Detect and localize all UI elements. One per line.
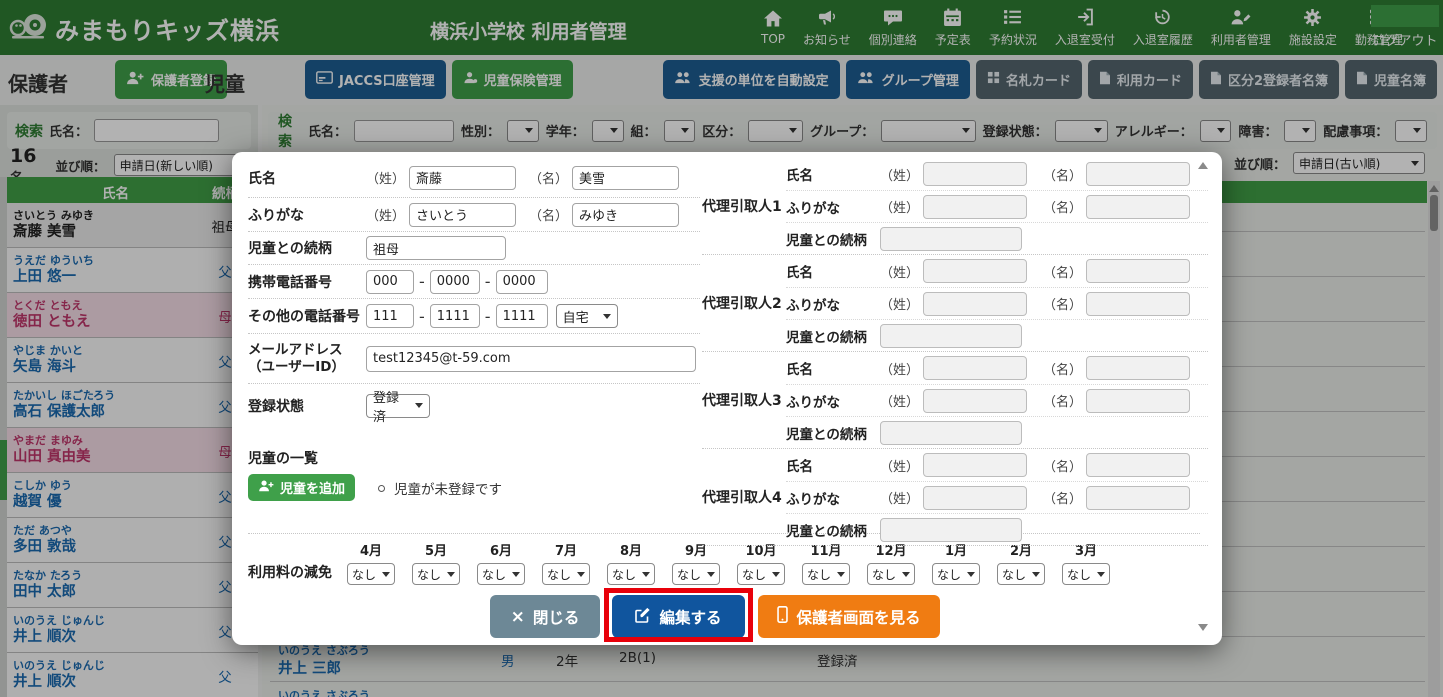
fee-discount-block: 利用料の減免 4月 なし 5月 なし 6月 なし 7月 なし 8月 なし 9月 なし 10月… [248,540,1127,585]
last-name-input[interactable] [409,165,517,190]
discount-select-mar[interactable]: なし [1062,563,1110,585]
no-children-note: 児童が未登録です [378,478,502,498]
discount-select-apr[interactable]: なし [347,563,395,585]
add-child-button[interactable]: 児童を追加 [248,474,356,501]
discount-select-jan[interactable]: なし [932,563,980,585]
discount-select-dec[interactable]: なし [867,563,915,585]
annotation-highlight-box [604,588,753,642]
children-list-label: 児童の一覧 [248,451,318,467]
close-button[interactable]: × 閉じる [490,595,600,638]
modal-scroll-down-arrow[interactable] [1198,624,1208,631]
proxy2-last-kana-input[interactable] [923,291,1028,316]
name-row: 氏名 （姓） （名） [248,158,700,198]
proxy4-last-name-input[interactable] [923,453,1028,477]
proxy1-last-kana-input[interactable] [923,194,1028,219]
discount-select-nov[interactable]: なし [802,563,850,585]
mobile-part1-input[interactable] [366,269,414,294]
chevron-down-icon [602,313,611,319]
proxy2-relation-input[interactable] [880,323,1022,348]
proxy-pickup-section: 代理引取人1 氏名 （姓） （名） ふりがな （姓） （名） 児童との続柄 代理引取人2… [702,158,1208,546]
proxy-group-2: 代理引取人2 氏名 （姓） （名） ふりがな （姓） （名） 児童との続柄 [702,255,1208,352]
proxy1-last-name-input[interactable] [923,162,1028,186]
registration-status-modal-select[interactable]: 登録済 [366,391,430,425]
proxy3-last-name-input[interactable] [923,356,1028,380]
app-window: みまもりキッズ横浜 横浜小学校 利用者管理 TOP お知らせ 個別連絡 予定表 [0,0,1443,697]
proxy4-first-name-input[interactable] [1086,453,1191,477]
proxy1-first-kana-input[interactable] [1086,194,1191,219]
fee-discount-label: 利用料の減免 [248,565,332,581]
first-name-kana-input[interactable] [572,202,680,227]
proxy2-first-name-input[interactable] [1086,259,1191,283]
proxy-group-1: 代理引取人1 氏名 （姓） （名） ふりがな （姓） （名） 児童との続柄 [702,158,1208,255]
proxy-group-3: 代理引取人3 氏名 （姓） （名） ふりがな （姓） （名） 児童との続柄 [702,352,1208,449]
last-name-kana-input[interactable] [409,202,517,227]
proxy2-first-kana-input[interactable] [1086,291,1191,316]
mobile-part3-input[interactable] [495,269,548,294]
phone-icon [777,606,789,627]
bullet-icon [378,484,385,492]
discount-select-feb[interactable]: なし [997,563,1045,585]
email-input[interactable] [366,345,696,372]
discount-select-sep[interactable]: なし [672,563,720,585]
proxy4-relation-input[interactable] [880,517,1022,542]
proxy4-last-kana-input[interactable] [923,485,1028,510]
close-icon: × [510,606,525,627]
discount-select-jul[interactable]: なし [542,563,590,585]
relation-row: 児童との続柄 [248,232,700,265]
proxy3-last-kana-input[interactable] [923,388,1028,413]
proxy1-relation-input[interactable] [880,226,1022,251]
other-phone-part2-input[interactable] [429,304,480,328]
proxy3-first-name-input[interactable] [1086,356,1191,380]
other-phone-part3-input[interactable] [495,304,548,328]
proxy1-first-name-input[interactable] [1086,162,1191,186]
proxy3-first-kana-input[interactable] [1086,388,1191,413]
relation-input[interactable] [366,236,506,260]
proxy3-relation-input[interactable] [880,420,1022,445]
email-row: メールアドレス （ユーザーID） [248,334,700,384]
proxy4-first-kana-input[interactable] [1086,485,1191,510]
discount-select-may[interactable]: なし [412,563,460,585]
proxy2-last-name-input[interactable] [923,259,1028,283]
phone-type-select[interactable]: 自宅 [555,304,618,328]
children-list-block: 児童の一覧 児童を追加 児童が未登録です [248,448,700,501]
other-phone-row: その他の電話番号 - - 自宅 [248,299,700,334]
guardian-detail-modal: 氏名 （姓） （名） ふりがな （姓） （名） 児童との続柄 携帯電話番号 - [232,152,1222,645]
status-row: 登録状態 登録済 [248,384,700,427]
discount-select-oct[interactable]: なし [737,563,785,585]
discount-select-jun[interactable]: なし [477,563,525,585]
mobile-phone-row: 携帯電話番号 - - [248,265,700,299]
discount-select-aug[interactable]: なし [607,563,655,585]
person-plus-icon [258,479,275,496]
kana-row: ふりがな （姓） （名） [248,198,700,232]
view-guardian-screen-button[interactable]: 保護者画面を見る [758,595,940,638]
first-name-input[interactable] [572,165,680,190]
proxy-group-4: 代理引取人4 氏名 （姓） （名） ふりがな （姓） （名） 児童との続柄 [702,449,1208,546]
mobile-part2-input[interactable] [429,269,480,294]
chevron-down-icon [415,403,423,408]
other-phone-part1-input[interactable] [366,304,414,328]
guardian-form-left: 氏名 （姓） （名） ふりがな （姓） （名） 児童との続柄 携帯電話番号 - [248,158,700,427]
